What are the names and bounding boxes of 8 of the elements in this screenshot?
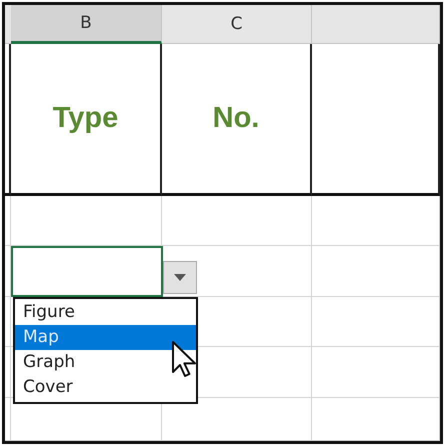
table-cell: Type (11, 44, 162, 196)
column-header[interactable]: C (162, 5, 312, 44)
column-header[interactable]: B (11, 5, 162, 44)
dropdown-option[interactable]: Figure (15, 300, 196, 325)
dropdown-option[interactable]: Cover (15, 375, 196, 400)
table-cell: No. (162, 44, 312, 196)
dropdown-option[interactable]: Graph (15, 350, 196, 375)
dropdown-option[interactable]: Map (15, 325, 196, 350)
